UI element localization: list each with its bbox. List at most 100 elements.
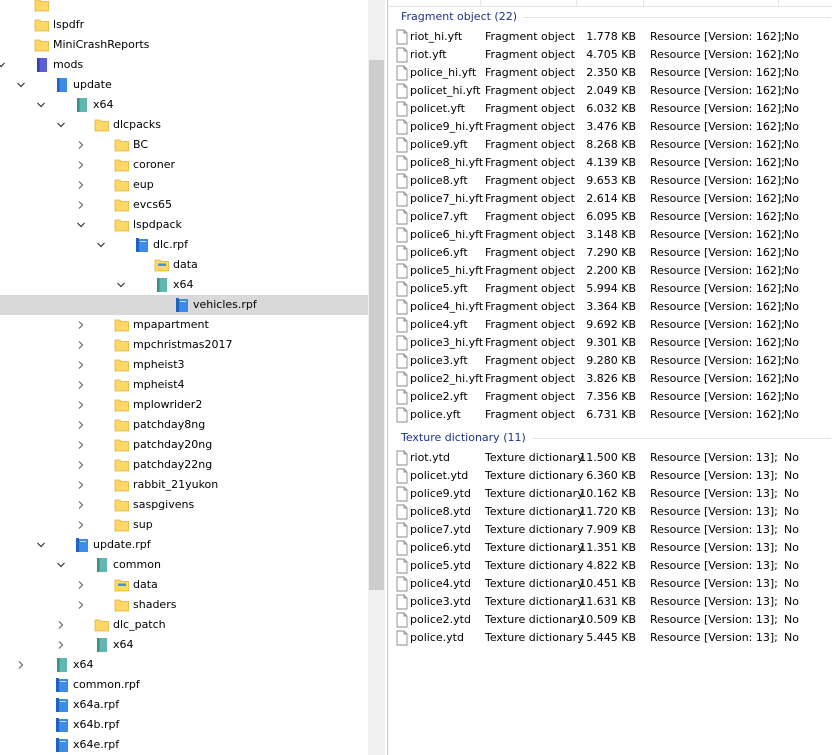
chevron-right-icon[interactable] (76, 380, 86, 390)
tree-scrollbar[interactable] (368, 0, 385, 755)
tree-node[interactable]: MiniCrashReports (0, 35, 368, 55)
tree-node[interactable]: update.rpf (0, 535, 368, 555)
tree-node[interactable]: mpheist4 (0, 375, 368, 395)
tree-node[interactable]: x64 (0, 275, 368, 295)
file-row[interactable]: police2.yft Fragment object 7.356 KB Resour… (388, 388, 832, 406)
chevron-right-icon[interactable] (76, 520, 86, 530)
file-row[interactable]: police2.ytd Texture dictionary 10.509 KB Re… (388, 611, 832, 629)
file-row[interactable]: riot.ytd Texture dictionary 11.500 KB Resou… (388, 449, 832, 467)
tree-node[interactable]: shaders (0, 595, 368, 615)
file-row[interactable]: police4_hi.yft Fragment object 3.364 KB Res… (388, 298, 832, 316)
tree-node[interactable]: dlc_patch (0, 615, 368, 635)
chevron-down-icon[interactable] (16, 80, 26, 90)
tree-scrollbar-thumb[interactable] (369, 60, 384, 590)
tree-node[interactable]: dlc.rpf (0, 235, 368, 255)
tree-node[interactable]: evcs65 (0, 195, 368, 215)
tree-node[interactable]: common.rpf (0, 675, 368, 695)
tree-node[interactable]: x64a.rpf (0, 695, 368, 715)
tree-node[interactable]: BC (0, 135, 368, 155)
file-row[interactable]: police6_hi.yft Fragment object 3.148 KB Res… (388, 226, 832, 244)
file-row[interactable]: police3.yft Fragment object 9.280 KB Resour… (388, 352, 832, 370)
chevron-right-icon[interactable] (76, 460, 86, 470)
tree-node[interactable]: common (0, 555, 368, 575)
file-row[interactable]: police4.ytd Texture dictionary 10.451 KB Re… (388, 575, 832, 593)
chevron-right-icon[interactable] (76, 420, 86, 430)
chevron-right-icon[interactable] (76, 200, 86, 210)
group-header[interactable]: Fragment object (22) (388, 7, 832, 27)
tree-node[interactable]: sup (0, 515, 368, 535)
chevron-right-icon[interactable] (76, 440, 86, 450)
file-row[interactable]: policet.yft Fragment object 6.032 KB Resour… (388, 100, 832, 118)
tree-node[interactable]: saspgivens (0, 495, 368, 515)
file-row[interactable]: police7.ytd Texture dictionary 7.909 KB Res… (388, 521, 832, 539)
chevron-right-icon[interactable] (56, 640, 66, 650)
chevron-down-icon[interactable] (96, 240, 106, 250)
file-row[interactable]: police4.yft Fragment object 9.692 KB Resour… (388, 316, 832, 334)
tree-node[interactable]: data (0, 575, 368, 595)
tree-node[interactable]: rabbit_21yukon (0, 475, 368, 495)
tree-node[interactable]: update (0, 75, 368, 95)
chevron-down-icon[interactable] (36, 540, 46, 550)
file-row[interactable]: police8.ytd Texture dictionary 11.720 KB Re… (388, 503, 832, 521)
chevron-right-icon[interactable] (76, 180, 86, 190)
tree-node[interactable]: x64e.rpf (0, 735, 368, 755)
file-row[interactable]: police7.yft Fragment object 6.095 KB Resour… (388, 208, 832, 226)
chevron-right-icon[interactable] (76, 480, 86, 490)
tree-node[interactable]: mpchristmas2017 (0, 335, 368, 355)
file-row[interactable]: police_hi.yft Fragment object 2.350 KB Reso… (388, 64, 832, 82)
file-row[interactable]: police3.ytd Texture dictionary 11.631 KB Re… (388, 593, 832, 611)
chevron-right-icon[interactable] (76, 320, 86, 330)
tree-node[interactable]: patchday22ng (0, 455, 368, 475)
chevron-right-icon[interactable] (76, 340, 86, 350)
chevron-right-icon[interactable] (76, 360, 86, 370)
file-row[interactable]: riot.yft Fragment object 4.705 KB Resource … (388, 46, 832, 64)
column-divider[interactable] (778, 0, 779, 6)
tree-node[interactable]: data (0, 255, 368, 275)
file-row[interactable]: police9_hi.yft Fragment object 3.476 KB Res… (388, 118, 832, 136)
chevron-right-icon[interactable] (76, 600, 86, 610)
tree-node[interactable]: mods (0, 55, 368, 75)
chevron-right-icon[interactable] (76, 580, 86, 590)
file-row[interactable]: police2_hi.yft Fragment object 3.826 KB Res… (388, 370, 832, 388)
file-row[interactable]: police5.ytd Texture dictionary 4.822 KB Res… (388, 557, 832, 575)
chevron-right-icon[interactable] (16, 660, 26, 670)
tree-node[interactable]: x64 (0, 635, 368, 655)
file-row[interactable]: police9.ytd Texture dictionary 10.162 KB Re… (388, 485, 832, 503)
file-row[interactable]: police6.ytd Texture dictionary 11.351 KB Re… (388, 539, 832, 557)
chevron-down-icon[interactable] (56, 120, 66, 130)
file-row[interactable]: police7_hi.yft Fragment object 2.614 KB Res… (388, 190, 832, 208)
chevron-down-icon[interactable] (76, 220, 86, 230)
tree-node[interactable]: mpheist3 (0, 355, 368, 375)
chevron-down-icon[interactable] (36, 100, 46, 110)
file-row[interactable]: police8_hi.yft Fragment object 4.139 KB Res… (388, 154, 832, 172)
chevron-right-icon[interactable] (76, 500, 86, 510)
tree-node[interactable]: lspdpack (0, 215, 368, 235)
file-row[interactable]: policet.ytd Texture dictionary 6.360 KB Res… (388, 467, 832, 485)
tree-node[interactable]: x64b.rpf (0, 715, 368, 735)
group-header[interactable]: Texture dictionary (11) (388, 428, 832, 448)
file-row[interactable]: policet_hi.yft Fragment object 2.049 KB Res… (388, 82, 832, 100)
chevron-right-icon[interactable] (76, 140, 86, 150)
file-row[interactable]: police8.yft Fragment object 9.653 KB Resour… (388, 172, 832, 190)
tree-node[interactable]: patchday8ng (0, 415, 368, 435)
tree-node[interactable]: vehicles.rpf (0, 295, 368, 315)
chevron-right-icon[interactable] (76, 400, 86, 410)
tree-node[interactable]: lspdfr (0, 15, 368, 35)
tree-node[interactable]: x64 (0, 655, 368, 675)
file-row[interactable]: police.ytd Texture dictionary 5.445 KB Reso… (388, 629, 832, 647)
chevron-down-icon[interactable] (0, 60, 6, 70)
file-row[interactable]: riot_hi.yft Fragment object 1.778 KB Resour… (388, 28, 832, 46)
file-row[interactable]: police5_hi.yft Fragment object 2.200 KB Res… (388, 262, 832, 280)
file-row[interactable]: police.yft Fragment object 6.731 KB Resourc… (388, 406, 832, 424)
tree-node[interactable]: coroner (0, 155, 368, 175)
file-row[interactable]: police6.yft Fragment object 7.290 KB Resour… (388, 244, 832, 262)
file-row[interactable]: police5.yft Fragment object 5.994 KB Resour… (388, 280, 832, 298)
chevron-down-icon[interactable] (56, 560, 66, 570)
tree-node[interactable]: x64 (0, 95, 368, 115)
chevron-right-icon[interactable] (56, 620, 66, 630)
tree-node[interactable]: patchday20ng (0, 435, 368, 455)
column-divider[interactable] (643, 0, 644, 6)
tree-node[interactable]: mpapartment (0, 315, 368, 335)
file-row[interactable]: police9.yft Fragment object 8.268 KB Resour… (388, 136, 832, 154)
column-divider[interactable] (480, 0, 481, 6)
